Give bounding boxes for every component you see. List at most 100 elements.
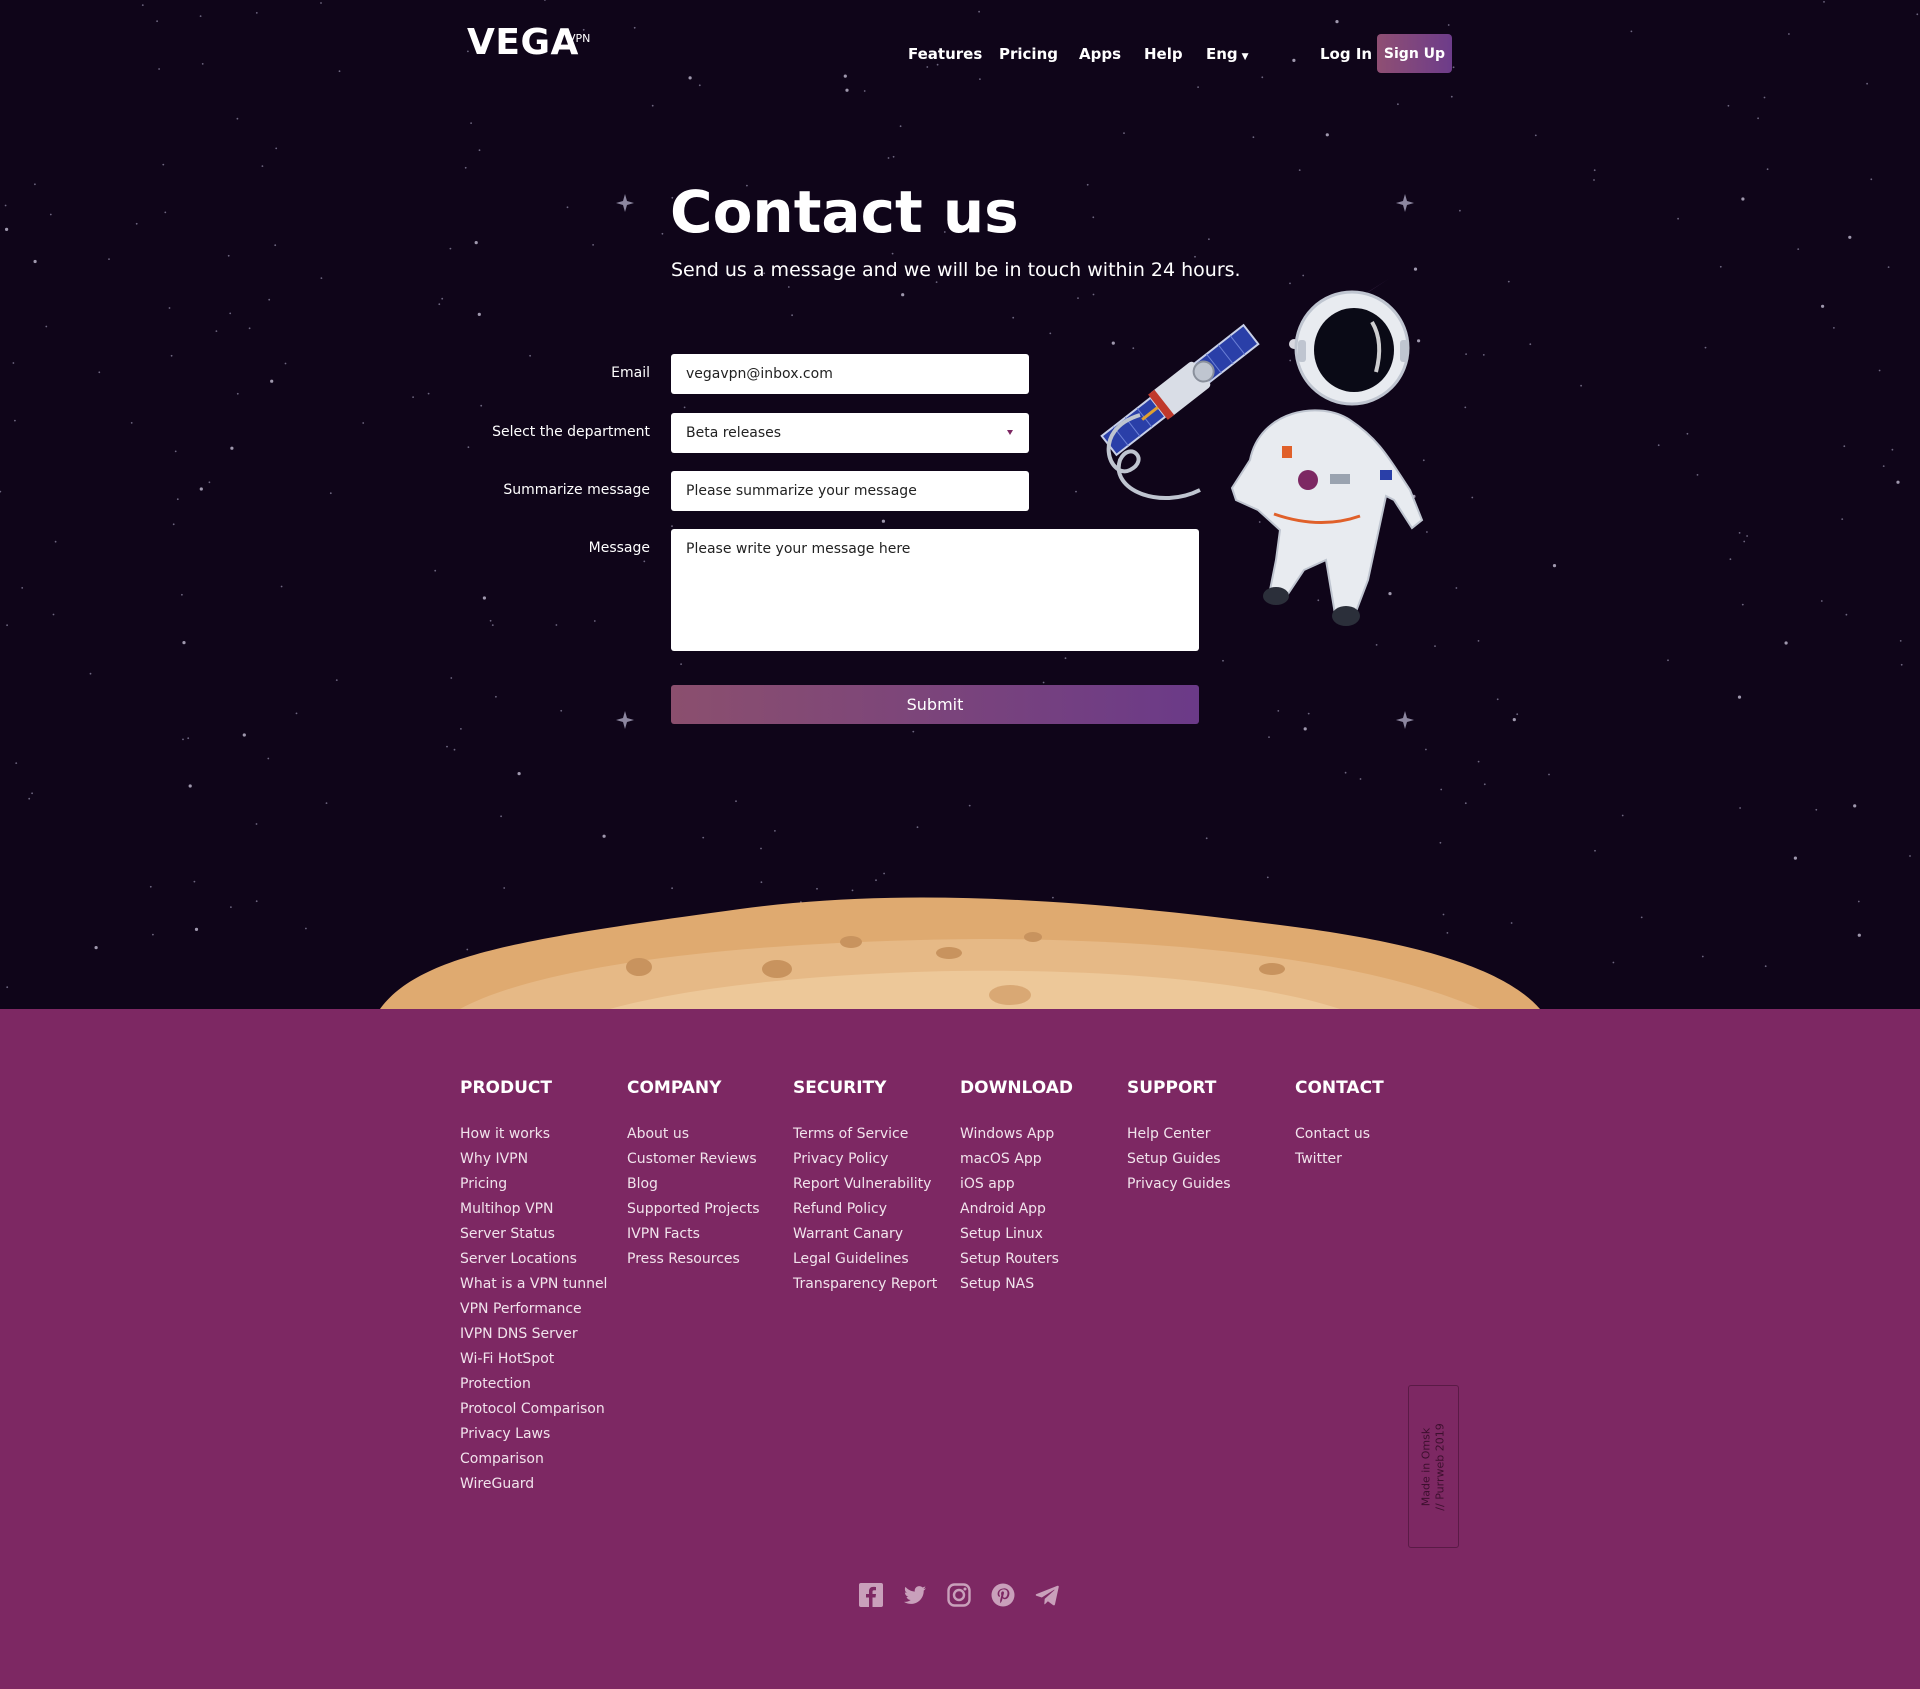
star [152, 933, 154, 936]
hero-section: VEGA VPN Features Pricing Apps Help Eng ▼ … [0, 0, 1920, 1009]
star [1857, 933, 1861, 937]
star [1746, 535, 1748, 537]
footer-link[interactable]: Refund Policy [793, 1197, 937, 1222]
star [54, 540, 57, 543]
star [229, 312, 232, 315]
footer-link[interactable]: Supported Projects [627, 1197, 760, 1222]
star [1677, 217, 1679, 220]
pinterest-icon[interactable] [990, 1582, 1016, 1608]
footer-link[interactable]: Why IVPN [460, 1147, 607, 1172]
footer-link[interactable]: Warrant Canary [793, 1222, 937, 1247]
star [774, 830, 776, 832]
star [1887, 266, 1890, 268]
footer-link[interactable]: Protocol Comparison [460, 1397, 607, 1422]
star [261, 165, 264, 168]
nav-features[interactable]: Features [908, 45, 982, 63]
footer-link[interactable]: Setup Routers [960, 1247, 1073, 1272]
nav-pricing[interactable]: Pricing [999, 45, 1058, 63]
star [362, 422, 365, 424]
nav-help[interactable]: Help [1144, 45, 1183, 63]
instagram-icon[interactable] [946, 1582, 972, 1608]
footer-link[interactable]: What is a VPN tunnel [460, 1272, 607, 1297]
department-select[interactable]: Beta releases [671, 413, 1029, 453]
login-link[interactable]: Log In [1320, 45, 1372, 63]
star [892, 155, 895, 158]
footer-link[interactable]: Windows App [960, 1122, 1073, 1147]
footer-link[interactable]: Comparison [460, 1447, 607, 1472]
telegram-icon[interactable] [1034, 1582, 1060, 1608]
star [320, 277, 323, 279]
footer-link[interactable]: Contact us [1295, 1122, 1384, 1147]
footer-link[interactable]: WireGuard [460, 1472, 607, 1497]
footer-link[interactable]: Privacy Policy [793, 1147, 937, 1172]
star [683, 406, 686, 409]
star [236, 117, 239, 120]
star [1594, 849, 1596, 852]
footer-link[interactable]: macOS App [960, 1147, 1073, 1172]
footer-link[interactable]: Multihop VPN [460, 1197, 607, 1222]
star [130, 422, 133, 424]
footer-link[interactable]: Pricing [460, 1172, 607, 1197]
star [1843, 445, 1846, 448]
star [1916, 13, 1919, 16]
footer-link[interactable]: Legal Guidelines [793, 1247, 937, 1272]
language-label: Eng [1206, 45, 1238, 63]
footer-link[interactable]: Twitter [1295, 1147, 1384, 1172]
email-field[interactable]: vegavpn@inbox.com [671, 354, 1029, 394]
footer-link[interactable]: Privacy Guides [1127, 1172, 1231, 1197]
footer-link[interactable]: About us [627, 1122, 760, 1147]
footer-link[interactable]: Android App [960, 1197, 1073, 1222]
star [464, 166, 467, 169]
star [760, 881, 763, 884]
footer-link[interactable]: Server Locations [460, 1247, 607, 1272]
footer-link[interactable]: Transparency Report [793, 1272, 937, 1297]
twitter-icon[interactable] [902, 1582, 928, 1608]
footer-link[interactable]: Wi-Fi HotSpot [460, 1347, 607, 1372]
moon-surface [380, 897, 1540, 1009]
footer-link[interactable]: IVPN DNS Server [460, 1322, 607, 1347]
star [460, 728, 462, 730]
footer-link[interactable]: iOS app [960, 1172, 1073, 1197]
footer-link[interactable]: Privacy Laws [460, 1422, 607, 1447]
star [467, 446, 470, 449]
footer-link[interactable]: Setup NAS [960, 1272, 1073, 1297]
footer-link[interactable]: IVPN Facts [627, 1222, 760, 1247]
language-dropdown[interactable]: Eng ▼ [1206, 45, 1249, 63]
nav-apps[interactable]: Apps [1079, 45, 1121, 63]
star [172, 523, 175, 526]
footer-link[interactable]: Customer Reviews [627, 1147, 760, 1172]
footer-link[interactable]: Setup Linux [960, 1222, 1073, 1247]
footer-link[interactable]: Server Status [460, 1222, 607, 1247]
star [1815, 808, 1818, 811]
summary-input[interactable]: Please summarize your message [671, 471, 1029, 511]
footer-link[interactable]: Press Resources [627, 1247, 760, 1272]
star [329, 492, 332, 495]
footer-link[interactable]: Help Center [1127, 1122, 1231, 1147]
submit-button[interactable]: Submit [671, 685, 1199, 724]
star [1194, 255, 1196, 258]
badge-line: Made in Omsk [1419, 1427, 1433, 1506]
footer-link[interactable]: Setup Guides [1127, 1147, 1231, 1172]
footer-link[interactable]: Report Vulnerability [793, 1172, 937, 1197]
star [446, 745, 448, 748]
footer-link[interactable]: Blog [627, 1172, 760, 1197]
star [1841, 518, 1844, 520]
footer-link[interactable]: Terms of Service [793, 1122, 937, 1147]
star [338, 70, 341, 73]
star [491, 624, 494, 626]
star [1496, 698, 1499, 701]
footer-link[interactable]: VPN Performance [460, 1297, 607, 1322]
footer-link[interactable]: Protection [460, 1372, 607, 1397]
star [248, 327, 251, 330]
star [968, 804, 971, 807]
star [544, 0, 546, 1]
star [164, 211, 167, 214]
star [325, 802, 328, 804]
facebook-icon[interactable] [858, 1582, 884, 1608]
star [34, 183, 36, 186]
star [582, 28, 585, 31]
signup-button[interactable]: Sign Up [1377, 34, 1452, 73]
star [335, 679, 338, 681]
star [5, 227, 9, 231]
footer-link[interactable]: How it works [460, 1122, 607, 1147]
